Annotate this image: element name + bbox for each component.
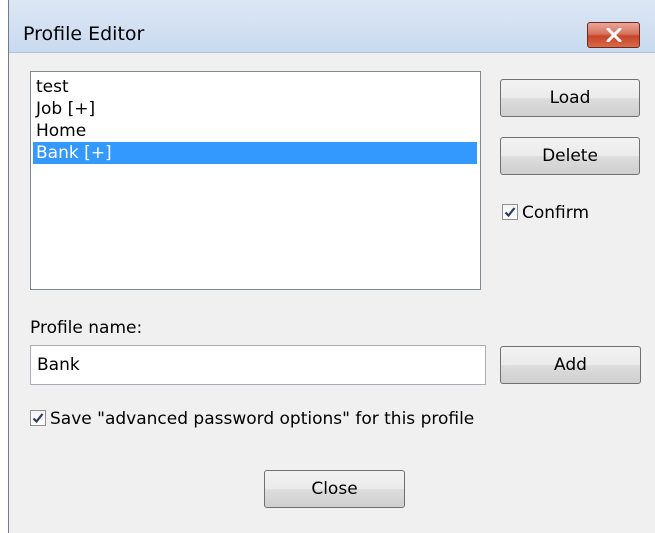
close-icon bbox=[606, 28, 622, 42]
confirm-label: Confirm bbox=[522, 203, 590, 223]
window-title: Profile Editor bbox=[23, 23, 145, 45]
delete-button[interactable]: Delete bbox=[500, 137, 640, 175]
add-button[interactable]: Add bbox=[500, 346, 641, 384]
profile-editor-window: Profile Editor test Job [+] Home Bank [+… bbox=[8, 0, 655, 533]
save-advanced-label: Save "advanced password options" for thi… bbox=[50, 409, 475, 429]
load-button[interactable]: Load bbox=[500, 79, 640, 117]
list-item-selected[interactable]: Bank [+] bbox=[33, 142, 477, 164]
window-close-button[interactable] bbox=[587, 22, 640, 48]
save-advanced-checkbox-row[interactable]: Save "advanced password options" for thi… bbox=[30, 408, 474, 430]
confirm-checkbox-row[interactable]: Confirm bbox=[502, 202, 589, 224]
list-item[interactable]: test bbox=[33, 76, 477, 98]
close-button[interactable]: Close bbox=[264, 470, 405, 508]
profile-name-label: Profile name: bbox=[30, 318, 143, 338]
list-item[interactable]: Job [+] bbox=[33, 98, 477, 120]
save-advanced-checkbox[interactable] bbox=[30, 410, 46, 426]
checkmark-icon bbox=[504, 207, 516, 218]
confirm-checkbox[interactable] bbox=[502, 204, 518, 220]
profile-list[interactable]: test Job [+] Home Bank [+] bbox=[30, 71, 481, 290]
profile-name-input[interactable]: Bank bbox=[30, 345, 486, 385]
title-bar[interactable]: Profile Editor bbox=[9, 0, 655, 53]
list-item[interactable]: Home bbox=[33, 120, 477, 142]
checkmark-icon bbox=[32, 413, 44, 424]
